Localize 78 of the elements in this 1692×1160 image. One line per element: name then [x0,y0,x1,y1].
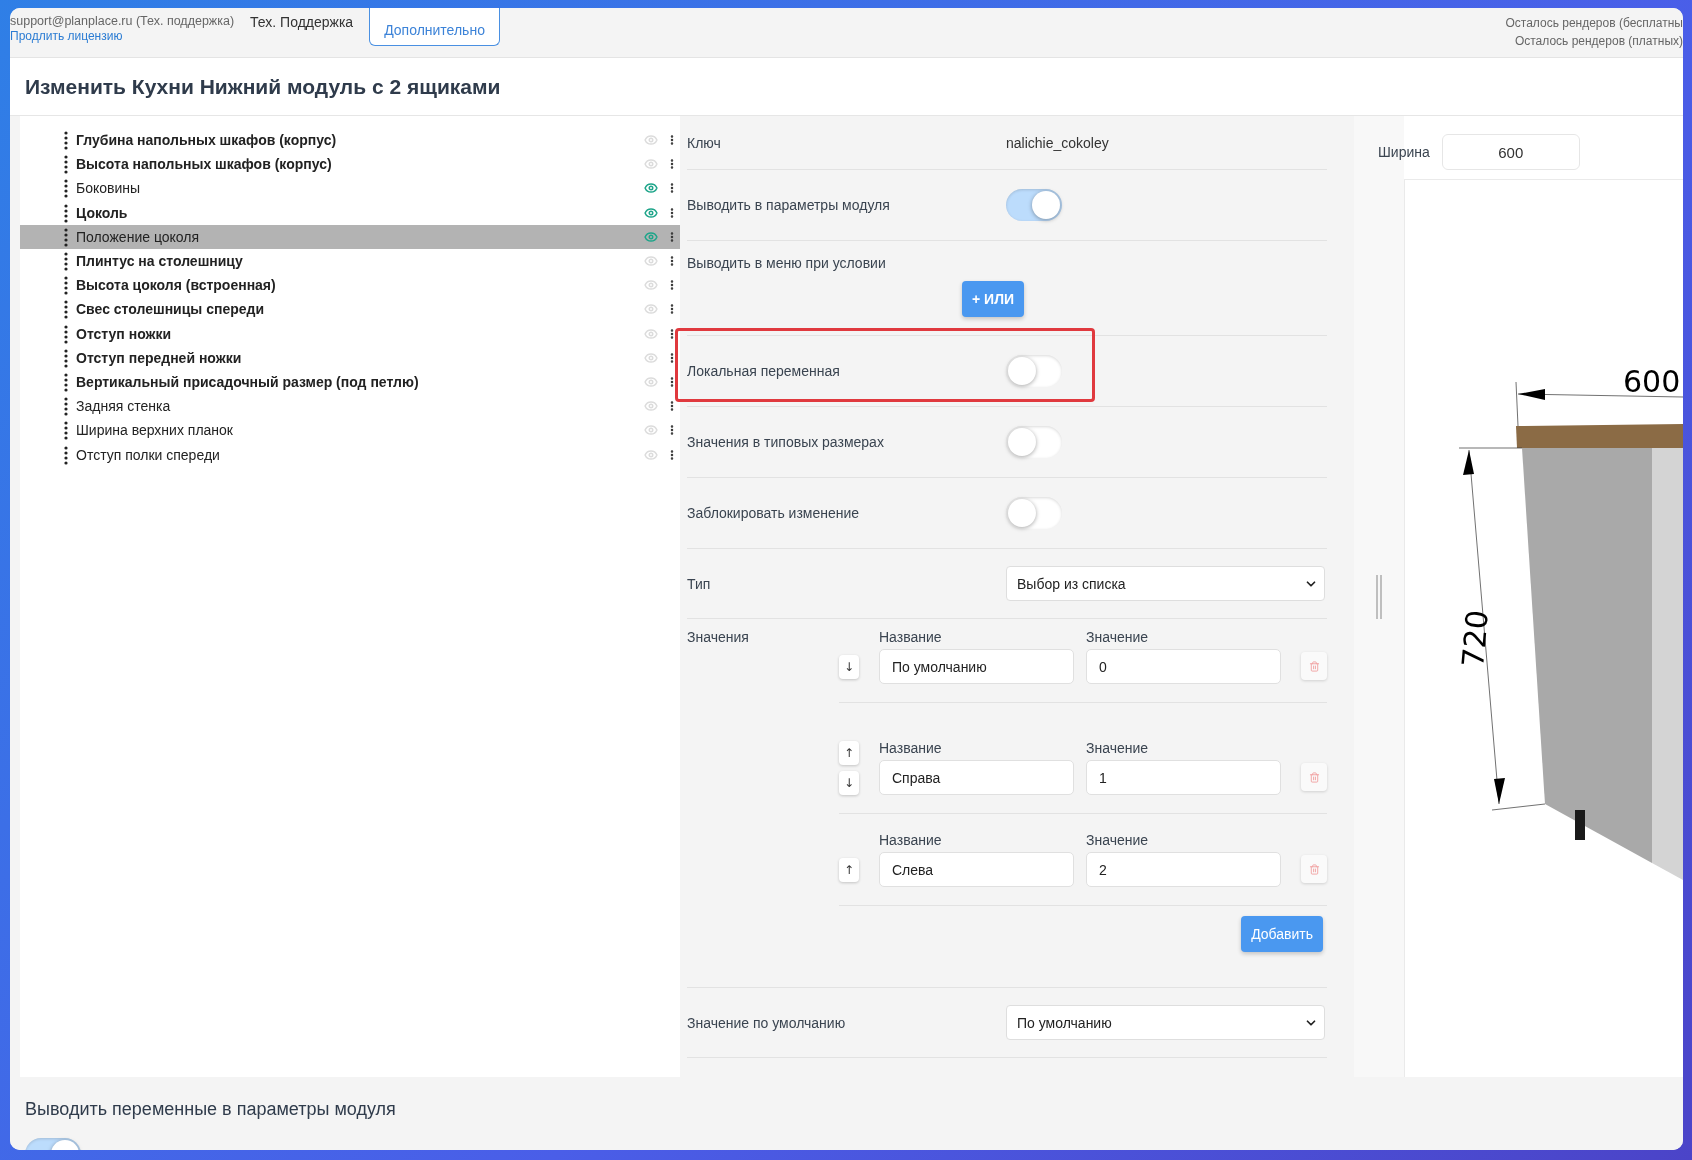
tree-item[interactable]: Отступ ножки [20,321,680,346]
trash-icon [1308,660,1320,672]
tree-item[interactable]: Положение цоколя [20,224,680,249]
field-label: Ключ [687,134,722,151]
section-heading: Выводить переменные в параметры модуля [25,1099,397,1120]
drag-handle-icon[interactable] [64,299,68,320]
tree-item[interactable]: Боковины [20,176,680,201]
drag-handle-icon[interactable] [64,323,68,344]
name-input[interactable]: Слева [879,852,1074,887]
drag-handle-icon[interactable] [64,347,68,368]
drag-handle-icon[interactable] [64,154,68,175]
splitter-handle-icon[interactable] [1375,574,1383,619]
tree-item[interactable]: Отступ полки спереди [20,442,680,467]
value-input[interactable]: 1 [1086,760,1281,795]
eye-icon[interactable] [644,205,658,220]
more-button[interactable]: Дополнительно [369,8,500,46]
renders-left-text: Осталось рендеров (бесплатны [1505,16,1683,30]
toggle-switch[interactable] [1006,426,1062,458]
drag-handle-icon[interactable] [64,178,68,199]
select-field[interactable]: По умолчанию [1006,1005,1325,1040]
move-button[interactable]: ↓ [839,654,859,679]
value-label: Значение [1086,629,1150,645]
page-title: Изменить Кухни Нижний модуль с 2 ящиками [25,74,501,99]
name-input[interactable]: По умолчанию [879,649,1074,684]
width-label: Ширина [1378,144,1430,160]
field-label: Выводить в параметры модуля [687,197,891,213]
name-input[interactable]: Справа [879,760,1074,795]
field-label: Значения [687,629,750,647]
toggle-switch[interactable] [1006,189,1062,221]
move-button[interactable]: ↑ [839,857,859,882]
field-label: Заблокировать изменение [687,505,861,521]
value-label: Значение [1086,832,1150,848]
value-input[interactable]: 2 [1086,852,1281,887]
tree-item[interactable]: Цоколь [20,200,680,225]
drag-handle-icon[interactable] [64,275,68,296]
toggle-switch[interactable] [1006,355,1062,387]
tree-item[interactable]: Свес столешницы спереди [20,297,680,322]
support-label: Тех. Поддержка [250,14,354,30]
field-label: Значение по умолчанию [687,1014,847,1031]
dimension-label: 720 [1455,608,1495,669]
toggle-switch[interactable] [1006,497,1062,529]
tree-item[interactable]: Отступ передней ножки [20,345,680,370]
move-button[interactable]: ↑ [839,741,859,765]
tree-item[interactable]: Высота цоколя (встроенная) [20,273,680,298]
tree-item[interactable]: Глубина напольных шкафов (корпус) [20,128,680,153]
drag-handle-icon[interactable] [64,396,68,417]
drag-handle-icon[interactable] [64,371,68,392]
drag-handle-icon[interactable] [64,202,68,223]
field-label: Локальная переменная [687,363,841,379]
renew-license-link[interactable]: Продлить лицензию [10,29,123,43]
tree-item[interactable]: Задняя стенка [20,394,680,419]
field-label: Значения в типовых размерах [687,434,885,450]
tree-item[interactable]: Вертикальный присадочный размер (под петлю) [20,369,680,395]
name-label: Название [879,832,943,848]
field-label: Тип [687,575,712,592]
field-label: Выводить в меню при условии [687,255,887,271]
move-button[interactable]: ↓ [839,771,859,795]
name-label: Название [879,740,943,756]
tree-item[interactable]: Ширина верхних планок [20,418,680,443]
trash-icon [1308,771,1320,783]
dimension-label: 600 [1623,364,1681,399]
drag-handle-icon[interactable] [64,420,68,441]
drag-handle-icon[interactable] [64,130,68,151]
drag-handle-icon[interactable] [64,444,68,465]
value-label: Значение [1086,740,1150,756]
name-label: Название [879,629,943,645]
tree-item[interactable]: Плинтус на столешницу [20,248,680,274]
drag-handle-icon[interactable] [64,251,68,272]
account-email: support@planplace.ru (Тех. поддержка) [10,14,235,28]
eye-icon[interactable] [644,181,658,196]
select-field[interactable]: Выбор из списка [1006,566,1325,601]
tree-item[interactable]: Высота напольных шкафов (корпус) [20,152,680,177]
renders-left-text: Осталось рендеров (платных) [1514,34,1683,48]
key-value: nalichie_cokoley [1006,134,1109,151]
value-input[interactable]: 0 [1086,649,1281,684]
trash-icon [1308,863,1320,875]
drag-handle-icon[interactable] [64,226,68,247]
width-input[interactable]: 600 [1441,134,1580,170]
